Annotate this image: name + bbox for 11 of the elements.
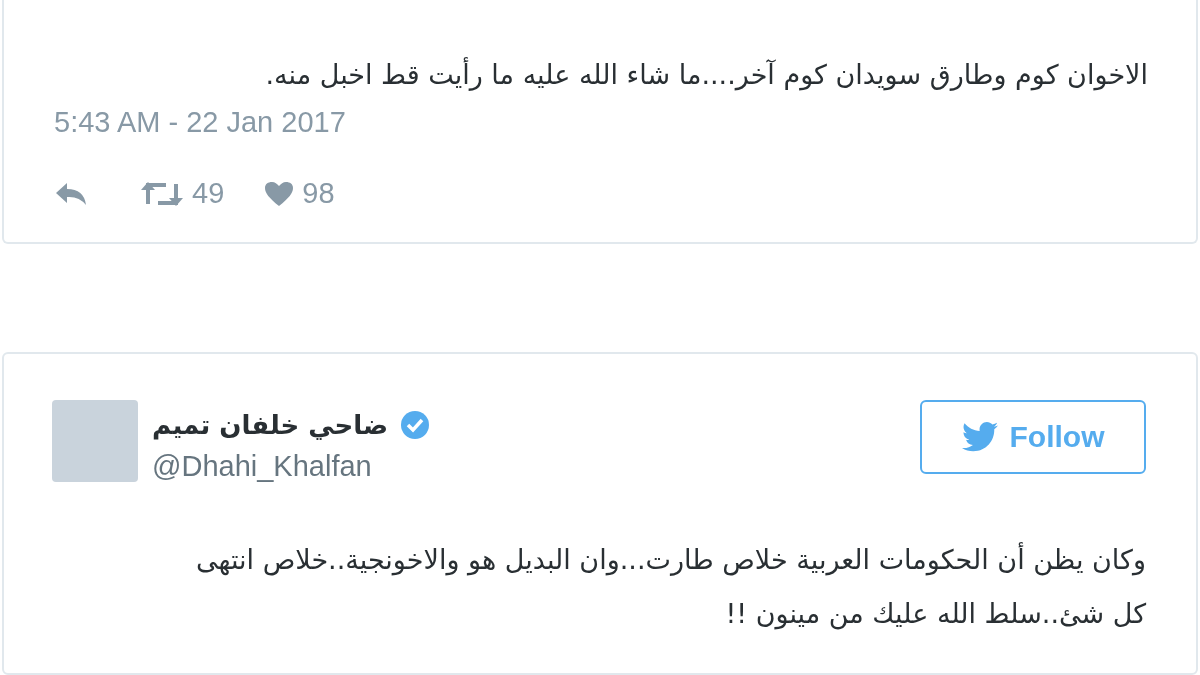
tweet-text: وكان يظن أن الحكومات العربية خلاص طارت...وان البديل هو والاخونجية..خلاص انتهى كل شئ..سلط الله عليك من مينون !! [194,541,1146,632]
author-name[interactable]: ضاحي خلفان تميم [152,409,389,440]
tweet-text: الاخوان كوم وطارق سويدان كوم آخر....ما شاء الله عليه ما رأيت قط اخبل منه. [264,56,1148,93]
like-count: 98 [302,177,335,210]
follow-button[interactable]: Follow [920,399,1146,474]
author-handle[interactable]: @Dhahi_Khalfan [152,449,372,483]
reply-icon[interactable] [54,180,88,207]
retweet-count: 49 [192,177,225,210]
tweet-timestamp[interactable]: 5:43 AM - 22 Jan 2017 [54,106,346,139]
heart-icon[interactable] [264,180,295,207]
bird-icon [961,421,998,452]
